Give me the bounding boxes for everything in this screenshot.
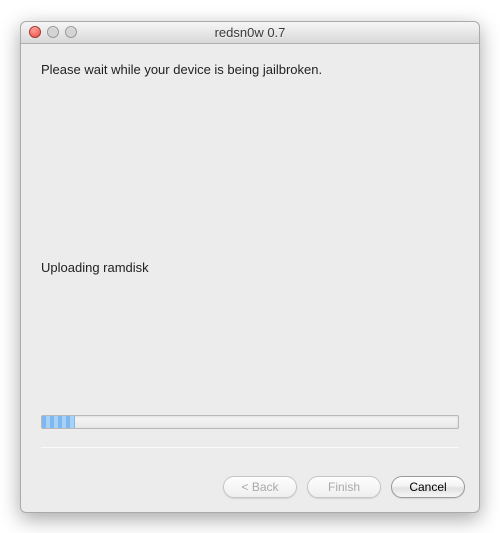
progress-bar (41, 415, 459, 429)
titlebar: redsn0w 0.7 (21, 22, 479, 44)
back-button: < Back (223, 476, 297, 498)
content-area: Please wait while your device is being j… (21, 44, 479, 466)
button-row: < Back Finish Cancel (21, 466, 479, 512)
minimize-icon (47, 26, 59, 38)
window-controls (21, 26, 77, 38)
cancel-button[interactable]: Cancel (391, 476, 465, 498)
zoom-icon (65, 26, 77, 38)
progress-container (41, 415, 459, 429)
progress-fill (42, 416, 75, 428)
app-window: redsn0w 0.7 Please wait while your devic… (20, 21, 480, 513)
window-title: redsn0w 0.7 (21, 25, 479, 40)
status-text: Uploading ramdisk (41, 260, 459, 275)
separator (41, 447, 459, 448)
close-icon[interactable] (29, 26, 41, 38)
instruction-text: Please wait while your device is being j… (41, 62, 459, 77)
finish-button: Finish (307, 476, 381, 498)
